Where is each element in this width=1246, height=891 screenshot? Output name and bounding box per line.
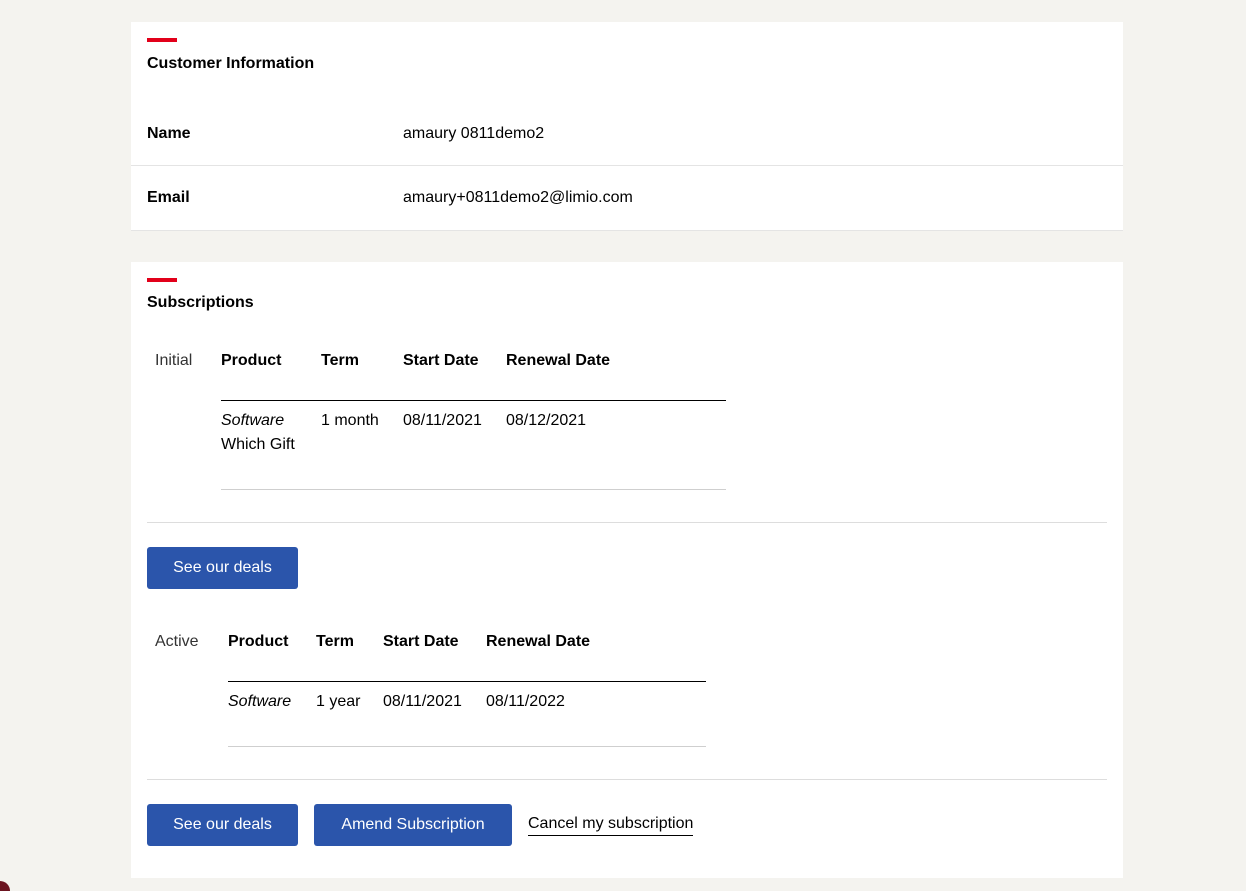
initial-product-name: Software: [221, 412, 285, 429]
customer-information-card: Customer Information Name amaury 0811dem…: [131, 22, 1123, 231]
customer-information-title: Customer Information: [147, 55, 315, 72]
active-status-label: Active: [155, 633, 199, 650]
cancel-subscription-link[interactable]: Cancel my subscription: [528, 814, 694, 836]
subscriptions-card: Subscriptions Initial Product Term Start…: [131, 262, 1123, 878]
active-subscription-table: Product Term Start Date Renewal Date Sof…: [228, 632, 706, 752]
column-header-product: Product: [228, 633, 289, 650]
name-row: Name amaury 0811demo2: [131, 102, 1123, 166]
email-label: Email: [147, 189, 190, 206]
active-product-name: Software: [228, 693, 292, 710]
subscription-divider: [147, 779, 1107, 780]
initial-renewal-date: 08/12/2021: [506, 412, 587, 429]
window-corner: [0, 881, 10, 891]
column-header-renewal-date: Renewal Date: [506, 352, 611, 369]
initial-subscription-table: Product Term Start Date Renewal Date Sof…: [221, 351, 726, 491]
table-row-line: [221, 489, 726, 490]
column-header-renewal-date: Renewal Date: [486, 633, 591, 650]
active-renewal-date: 08/11/2022: [486, 693, 565, 710]
name-label: Name: [147, 125, 191, 142]
column-header-product: Product: [221, 352, 282, 369]
amend-subscription-button[interactable]: Amend Subscription: [314, 804, 512, 846]
see-our-deals-button-initial[interactable]: See our deals: [147, 547, 298, 589]
active-start-date: 08/11/2021: [383, 693, 462, 710]
see-our-deals-button-active[interactable]: See our deals: [147, 804, 298, 846]
email-row: Email amaury+0811demo2@limio.com: [131, 166, 1123, 230]
column-header-term: Term: [321, 352, 359, 369]
subscriptions-title: Subscriptions: [147, 294, 254, 311]
section-accent-bar: [147, 278, 177, 282]
subscription-divider: [147, 522, 1107, 523]
table-header-line: [228, 681, 706, 682]
initial-status-label: Initial: [155, 352, 193, 369]
column-header-start-date: Start Date: [403, 352, 479, 369]
column-header-term: Term: [316, 633, 354, 650]
email-value: amaury+0811demo2@limio.com: [403, 189, 633, 206]
active-term: 1 year: [316, 693, 361, 710]
section-accent-bar: [147, 38, 177, 42]
table-row-line: [228, 746, 706, 747]
initial-term: 1 month: [321, 412, 379, 429]
column-header-start-date: Start Date: [383, 633, 459, 650]
initial-start-date: 08/11/2021: [403, 412, 482, 429]
table-header-line: [221, 400, 726, 401]
initial-product-detail: Which Gift: [221, 436, 295, 453]
name-value: amaury 0811demo2: [403, 125, 545, 142]
